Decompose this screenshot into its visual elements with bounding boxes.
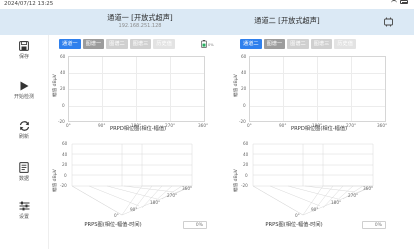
x-tick-label: 360° [198, 123, 209, 128]
tab-channel-2[interactable]: 通道二 [240, 39, 262, 49]
z-tick-label: 60 [62, 141, 68, 146]
sidebar-divider [48, 35, 49, 249]
channel-1-title: 通道一 [开放式超声] [107, 13, 173, 22]
progress-indicator-channel-1: 0% [183, 221, 207, 229]
channel-header: 通道一 [开放式超声] 192.168.251.128 通道二 [开放式超声] [0, 9, 414, 35]
grid-line [69, 73, 204, 74]
z-tick-label: 60 [243, 141, 249, 146]
phase-tick-label: 0° [114, 213, 119, 218]
wifi-icon [391, 0, 397, 4]
y-tick-label: 0 [243, 103, 246, 108]
sidebar-item-label: 保存 [18, 54, 29, 60]
sidebar-item-start[interactable]: 开始检测 [0, 81, 48, 100]
x-tick-label: 0° [66, 123, 71, 128]
prpd-x-axis-label: PRPD相位图(相位-幅值) [290, 126, 348, 132]
grid-line [250, 89, 385, 90]
battery-icon [400, 0, 408, 4]
grid-line [69, 89, 204, 90]
prps-x-axis-label: PRPS图(相位-幅值-时间) [265, 222, 323, 228]
z-tick-label: -20 [60, 183, 67, 188]
z-tick-label: 20 [62, 162, 68, 167]
phase-tick-label: 270° [167, 193, 178, 198]
tab-spectrum-1[interactable]: 图谱一 [82, 39, 105, 49]
prpd-x-axis-label: PRPD相位图(相位-幅值) [109, 126, 167, 132]
app-screen: { "status": {"time": "2024/07/12 13:25"}… [0, 0, 414, 249]
grid-line [250, 73, 385, 74]
y-tick-label: 20 [60, 86, 66, 91]
y-tick-label: 60 [241, 54, 247, 59]
prpd-y-axis-label: 幅值 dBμV [53, 74, 58, 97]
tab-spectrum-3[interactable]: 图谱三 [129, 39, 152, 49]
status-icons [391, 0, 408, 4]
svg-text:0%: 0% [208, 43, 214, 47]
settings-icon [19, 201, 29, 211]
z-tick-label: 20 [243, 162, 249, 167]
tab-history[interactable]: 历史值 [334, 39, 356, 49]
sidebar: 保存 开始检测 刷新 数据 设置 [0, 35, 48, 249]
prpd-plot-channel-2 [249, 56, 386, 122]
sidebar-item-label: 刷新 [18, 134, 29, 140]
toolbar-channel-2: 通道二 图谱一 图谱二 图谱三 历史值 [240, 39, 356, 49]
tab-spectrum-2[interactable]: 图谱二 [106, 39, 128, 49]
z-tick-label: 0 [245, 173, 248, 178]
phase-tick-label: 90° [311, 207, 319, 212]
phase-tick-label: 360° [182, 186, 193, 191]
tab-spectrum-3[interactable]: 图谱三 [310, 39, 333, 49]
y-tick-label: 0 [62, 103, 65, 108]
prps-z-axis-label: 幅值 dBμV [234, 169, 239, 192]
y-tick-label: 20 [241, 86, 247, 91]
z-tick-label: 0 [64, 173, 67, 178]
channel-1-header: 通道一 [开放式超声] 192.168.251.128 [70, 9, 210, 30]
data-icon [19, 162, 29, 173]
sidebar-item-label: 数据 [18, 176, 29, 182]
phase-tick-label: 360° [363, 186, 374, 191]
x-tick-label: 0° [247, 123, 252, 128]
toolbar-channel-1: 通道一 图谱一 图谱二 图谱三 历史值 [59, 39, 175, 49]
grid-line [69, 106, 204, 107]
tab-channel-1[interactable]: 通道一 [59, 39, 81, 49]
grid-line [250, 106, 385, 107]
prps-x-axis-label: PRPS图(相位-幅值-时间) [84, 222, 142, 228]
phase-tick-label: 0° [295, 213, 300, 218]
y-tick-label: -20 [58, 119, 65, 124]
sidebar-item-label: 设置 [18, 214, 29, 220]
device-icon[interactable] [383, 17, 394, 27]
z-tick-label: -20 [241, 183, 248, 188]
sidebar-item-settings[interactable]: 设置 [0, 201, 48, 220]
play-icon [20, 81, 29, 91]
z-tick-label: 40 [62, 152, 68, 157]
y-tick-label: 60 [60, 54, 66, 59]
phase-tick-label: 90° [130, 207, 138, 212]
sidebar-item-label: 开始检测 [13, 94, 34, 100]
channel-1-ip: 192.168.251.128 [118, 23, 162, 29]
sidebar-item-refresh[interactable]: 刷新 [0, 121, 48, 140]
tab-spectrum-2[interactable]: 图谱二 [287, 39, 309, 49]
channel-2-title: 通道二 [开放式超声] [254, 16, 320, 25]
sidebar-item-save[interactable]: 保存 [0, 41, 48, 60]
status-bar: 2024/07/12 13:25 [0, 0, 414, 8]
y-tick-label: -20 [239, 119, 246, 124]
phase-tick-label: 270° [348, 193, 359, 198]
phase-tick-label: 180° [150, 200, 161, 205]
save-icon [19, 41, 29, 51]
prps-z-axis-label: 幅值 dBμV [53, 169, 58, 192]
y-tick-label: 40 [60, 70, 66, 75]
tab-spectrum-1[interactable]: 图谱一 [263, 39, 286, 49]
status-time: 2024/07/12 13:25 [4, 1, 54, 7]
prpd-plot-channel-1 [68, 56, 205, 122]
prpd-y-axis-label: 幅值 dBμV [234, 74, 239, 97]
z-tick-label: 40 [243, 152, 249, 157]
progress-indicator-channel-2: 0% [362, 221, 386, 229]
refresh-icon [19, 121, 29, 131]
sidebar-item-data[interactable]: 数据 [0, 162, 48, 182]
phase-tick-label: 180° [331, 200, 342, 205]
tab-history[interactable]: 历史值 [153, 39, 175, 49]
y-tick-label: 40 [241, 70, 247, 75]
battery-level-icon: 0% [201, 40, 214, 48]
x-tick-label: 360° [377, 123, 388, 128]
